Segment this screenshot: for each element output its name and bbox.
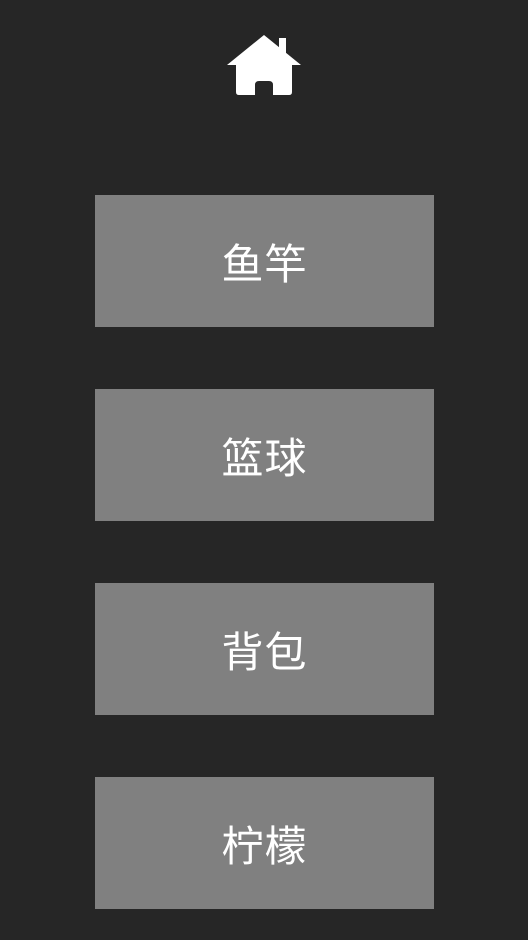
menu-item-label: 柠檬 xyxy=(221,821,308,871)
menu-item-label: 背包 xyxy=(221,627,308,677)
item-menu: 鱼竿 篮球 背包 柠檬 xyxy=(95,195,434,909)
menu-item-label: 鱼竿 xyxy=(221,239,308,289)
menu-item-lemon[interactable]: 柠檬 xyxy=(95,777,434,909)
menu-item-fishing-rod[interactable]: 鱼竿 xyxy=(95,195,434,327)
menu-item-label: 篮球 xyxy=(221,433,308,483)
menu-item-backpack[interactable]: 背包 xyxy=(95,583,434,715)
home-button[interactable] xyxy=(226,34,302,96)
home-icon xyxy=(226,34,302,96)
app-screen: 鱼竿 篮球 背包 柠檬 xyxy=(0,0,528,940)
menu-item-basketball[interactable]: 篮球 xyxy=(95,389,434,521)
